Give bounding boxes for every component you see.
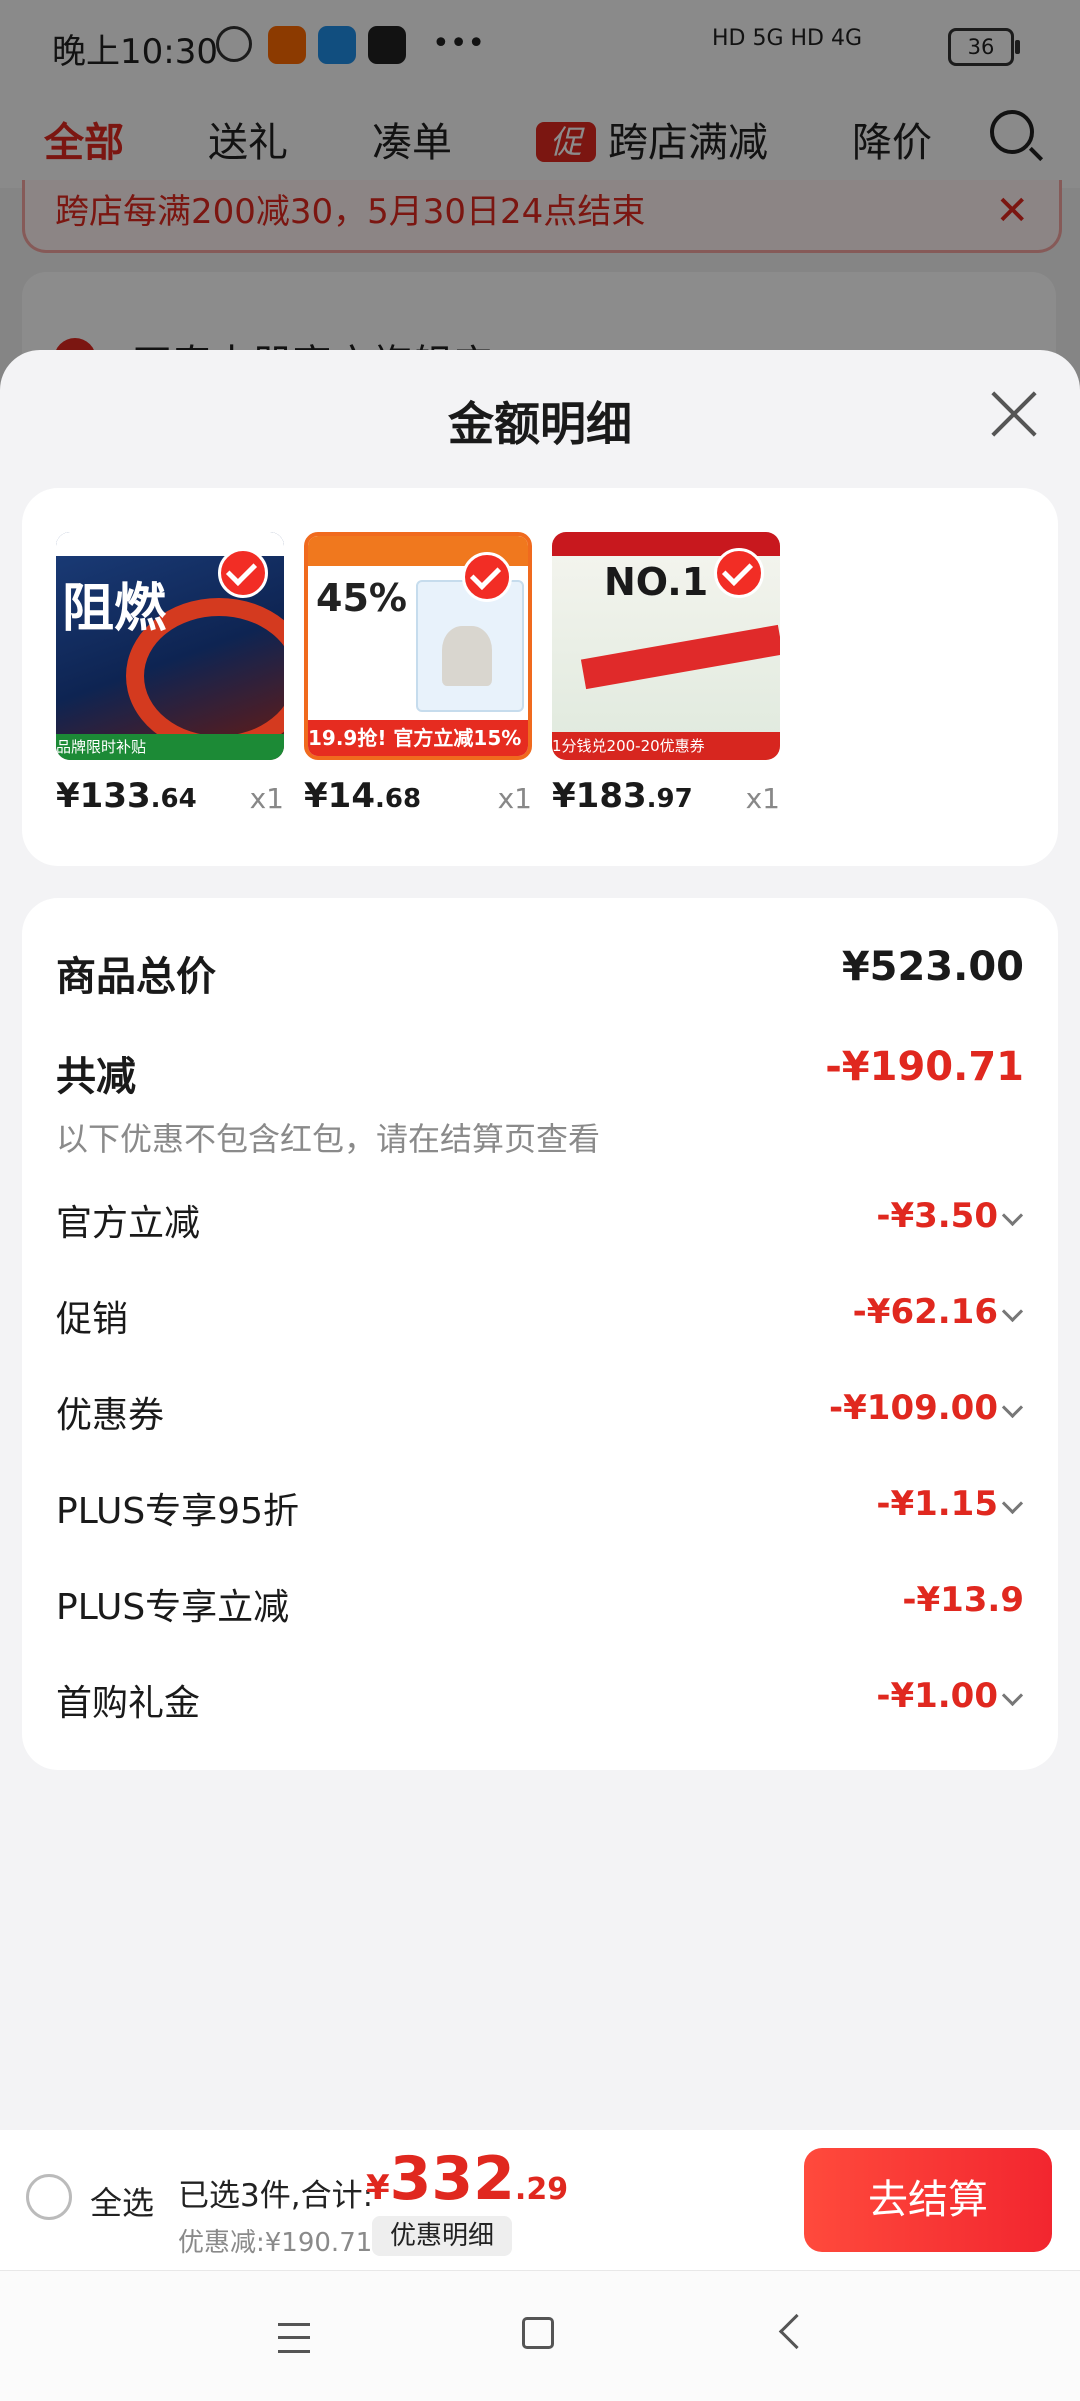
product-qty: x1 <box>497 782 532 815</box>
price-dec: .68 <box>374 784 422 814</box>
checkout-button[interactable]: 去结算 <box>804 2148 1052 2252</box>
home-icon[interactable] <box>522 2317 554 2349</box>
product-price: ¥133.64 <box>56 776 197 816</box>
row-first-gift-value[interactable]: -¥1.00 <box>876 1676 998 1716</box>
check-icon <box>218 548 268 598</box>
row-plus-reduce-value: -¥13.9 <box>902 1580 1024 1620</box>
system-nav-bar <box>0 2270 1080 2401</box>
row-coupon-value[interactable]: -¥109.00 <box>829 1388 998 1428</box>
modal-overlay[interactable] <box>0 0 1080 400</box>
row-coupon-label: 优惠券 <box>56 1395 165 1436</box>
thumb-stripe <box>580 624 780 690</box>
price-summary-card: 商品总价 ¥523.00 共减 -¥190.71 以下优惠不包含红包，请在结算页… <box>22 898 1058 1770</box>
menu-icon[interactable] <box>278 2323 310 2353</box>
row-plus95-label: PLUS专享95折 <box>56 1491 299 1532</box>
total-value: ¥523.00 <box>841 944 1024 990</box>
product-thumbnail: NO.1 1分钱兑200-20优惠券 <box>552 532 780 760</box>
product-thumbnail: 阻燃 品牌限时补贴 <box>56 532 284 760</box>
row-first-gift-label: 首购礼金 <box>56 1683 201 1724</box>
select-all-label[interactable]: 全选 <box>90 2178 154 2224</box>
product-thumbnail: 45% 19.9抢! 官方立减15% <box>304 532 532 760</box>
thumb-text: 阻燃 <box>62 579 167 639</box>
discount-text: 优惠减:¥190.71 <box>178 2228 373 2258</box>
discount-note: 以下优惠不包含红包，请在结算页查看 <box>56 1120 601 1158</box>
chevron-down-icon[interactable] <box>1001 1204 1024 1227</box>
thumb-footer: 1分钱兑200-20优惠券 <box>552 732 780 760</box>
total-label: 商品总价 <box>56 954 216 1000</box>
selected-count-text: 已选3件,合计: <box>178 2178 374 2214</box>
total-amount: ¥332.29 <box>366 2144 568 2214</box>
checkout-bar: 全选 已选3件,合计: ¥332.29 优惠减:¥190.71 优惠明细 去结算 <box>0 2130 1080 2270</box>
row-official-value[interactable]: -¥3.50 <box>876 1196 998 1236</box>
thumb-footer: 品牌限时补贴 <box>56 734 284 760</box>
reduce-label: 共减 <box>56 1054 136 1100</box>
row-official-label: 官方立减 <box>56 1203 201 1244</box>
thumb-text: 45% <box>316 576 407 620</box>
price-int: ¥14 <box>304 776 375 816</box>
check-icon <box>462 552 512 602</box>
row-promo-label: 促销 <box>56 1299 129 1340</box>
check-icon <box>714 548 764 598</box>
product-price: ¥14.68 <box>304 776 421 816</box>
reduce-value: -¥190.71 <box>825 1044 1024 1090</box>
amount-detail-sheet: 金额明细 阻燃 品牌限时补贴 ¥133.64 x1 45% 19.9抢! 官方立… <box>0 350 1080 2130</box>
product-price: ¥183.97 <box>552 776 693 816</box>
total-dec: .29 <box>514 2172 569 2207</box>
back-icon[interactable] <box>778 2313 815 2350</box>
cat-image <box>442 626 492 686</box>
discount-detail-button[interactable]: 优惠明细 <box>372 2216 512 2256</box>
price-int: ¥133 <box>56 776 151 816</box>
products-card: 阻燃 品牌限时补贴 ¥133.64 x1 45% 19.9抢! 官方立减15% … <box>22 488 1058 866</box>
thumb-text: NO.1 <box>604 560 709 604</box>
chevron-down-icon[interactable] <box>1001 1492 1024 1515</box>
total-int: 332 <box>389 2144 515 2214</box>
thumb-footer: 19.9抢! 官方立减15% <box>308 720 528 756</box>
price-dec: .64 <box>150 784 197 814</box>
sheet-title: 金额明细 <box>448 397 632 451</box>
chevron-down-icon[interactable] <box>1001 1300 1024 1323</box>
product-qty: x1 <box>249 782 284 815</box>
close-icon[interactable] <box>988 388 1040 440</box>
price-dec: .97 <box>646 784 693 814</box>
product-qty: x1 <box>745 782 780 815</box>
select-all-radio[interactable] <box>26 2174 72 2220</box>
row-promo-value[interactable]: -¥62.16 <box>853 1292 998 1332</box>
price-int: ¥183 <box>552 776 647 816</box>
chevron-down-icon[interactable] <box>1001 1396 1024 1419</box>
total-currency: ¥ <box>366 2168 390 2208</box>
row-plus95-value[interactable]: -¥1.15 <box>876 1484 998 1524</box>
chevron-down-icon[interactable] <box>1001 1684 1024 1707</box>
row-plus-reduce-label: PLUS专享立减 <box>56 1587 290 1628</box>
